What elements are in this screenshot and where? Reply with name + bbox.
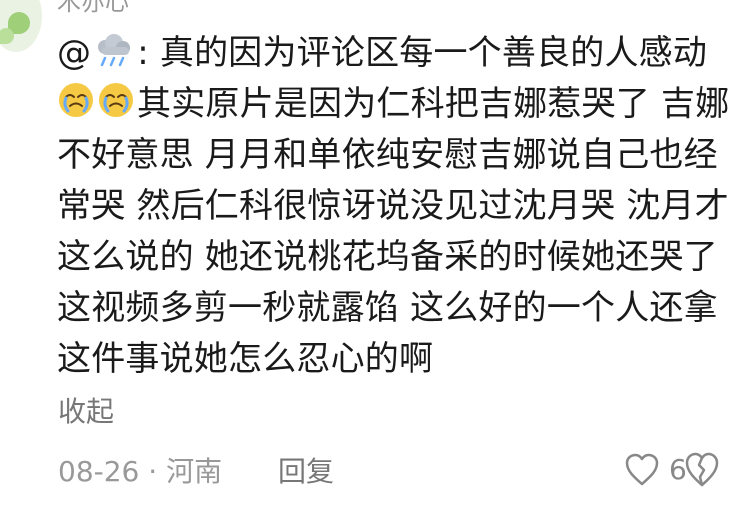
comment-footer: 08-26 · 河南 回复 6 bbox=[58, 450, 726, 490]
dislike-broken-heart-icon[interactable] bbox=[683, 451, 721, 489]
comment-meta: 08-26 · 河南 bbox=[58, 450, 222, 490]
meta-separator: · bbox=[148, 455, 158, 488]
crying-face-icon bbox=[59, 83, 93, 117]
username[interactable]: 木亦心 bbox=[57, 0, 129, 17]
comment-body: 其实原片是因为仁科把吉娜惹哭了 吉娜不好意思 月月和单依纯安慰吉娜说自己也经常哭… bbox=[57, 84, 730, 379]
crying-face-icon bbox=[99, 83, 133, 117]
rain-cloud-icon bbox=[98, 34, 131, 67]
reply-button[interactable]: 回复 bbox=[278, 450, 334, 490]
avatar-leaf-icon bbox=[0, 28, 14, 44]
like-button[interactable]: 6 bbox=[624, 450, 687, 490]
comment-date: 08-26 bbox=[58, 455, 140, 488]
comment-line-1: 真的因为评论区每一个善良的人感动 bbox=[159, 33, 708, 73]
heart-icon bbox=[625, 453, 659, 486]
collapse-button[interactable]: 收起 bbox=[58, 392, 114, 432]
mention-prefix[interactable]: @ bbox=[57, 33, 91, 73]
comment-text: @ : 真的因为评论区每一个善良的人感动 其实原片是因为仁科把吉娜惹哭了 吉娜不… bbox=[57, 28, 739, 385]
mention-colon: : bbox=[137, 33, 149, 73]
avatar[interactable] bbox=[0, 0, 42, 52]
comment-location: 河南 bbox=[166, 455, 223, 488]
